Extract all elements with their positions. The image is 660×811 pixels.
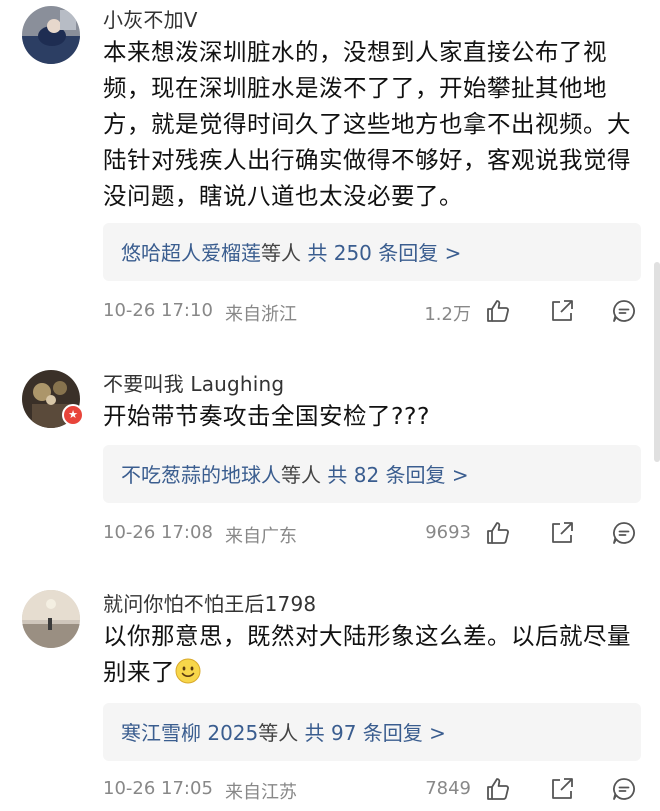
- comment-icon[interactable]: [611, 776, 637, 802]
- username[interactable]: 就问你怕不怕王后1798: [103, 588, 316, 617]
- thumbs-up-icon[interactable]: [485, 776, 511, 802]
- timestamp: 10-26 17:10: [103, 300, 213, 321]
- share-icon[interactable]: [549, 776, 575, 802]
- comment-text: 本来想泼深圳脏水的，没想到人家直接公布了视 频，现在深圳脏水是泼不了了，开始攀扯…: [103, 34, 639, 214]
- location: 来自广东: [225, 526, 297, 547]
- avatar[interactable]: [22, 590, 80, 648]
- comment-line: 频，现在深圳脏水是泼不了了，开始攀扯其他地: [103, 74, 607, 102]
- comment-meta: 10-26 17:08 来自广东 9693: [103, 520, 643, 550]
- reply-count-link[interactable]: 共 250 条回复 >: [307, 241, 461, 265]
- comment-line: 方，就是觉得时间久了这些地方也拿不出视频。大: [103, 110, 631, 138]
- smile-emoji-icon: [175, 658, 201, 684]
- location: 来自浙江: [225, 304, 297, 325]
- like-count: 1.2万: [424, 304, 471, 325]
- comment-icon[interactable]: [611, 298, 637, 324]
- timestamp: 10-26 17:08: [103, 522, 213, 543]
- reply-count-link[interactable]: 共 97 条回复 >: [305, 721, 446, 745]
- share-icon[interactable]: [549, 520, 575, 546]
- like-count: 9693: [425, 522, 471, 543]
- timestamp: 10-26 17:05: [103, 778, 213, 799]
- share-icon[interactable]: [549, 298, 575, 324]
- thumbs-up-icon[interactable]: [485, 298, 511, 324]
- location: 来自江苏: [225, 782, 297, 803]
- reply-mid: 等人: [281, 463, 321, 487]
- scrollbar[interactable]: [654, 262, 660, 462]
- reply-users[interactable]: 不吃葱蒜的地球人: [121, 463, 281, 487]
- comment-icon[interactable]: [611, 520, 637, 546]
- thumbs-up-icon[interactable]: [485, 520, 511, 546]
- comment-text: 开始带节奏攻击全国安检了???: [103, 398, 639, 434]
- comment-line: 开始带节奏攻击全国安检了???: [103, 402, 430, 430]
- reply-users[interactable]: 寒江雪柳 2025: [121, 721, 258, 745]
- comment-line: 没问题，瞎说八道也太没必要了。: [103, 182, 463, 210]
- star-badge-icon: ★: [62, 404, 84, 426]
- comment-meta: 10-26 17:05 来自江苏 7849: [103, 776, 643, 806]
- username[interactable]: 不要叫我 Laughing: [103, 368, 284, 397]
- comment-item: 就问你怕不怕王后1798 以你那意思，既然对大陆形象这么差。以后就尽量 别来了 …: [0, 570, 660, 811]
- comment-item: 小灰不加V 本来想泼深圳脏水的，没想到人家直接公布了视 频，现在深圳脏水是泼不了…: [0, 0, 660, 340]
- comment-line: 以你那意思，既然对大陆形象这么差。以后就尽量: [103, 622, 631, 650]
- reply-count-link[interactable]: 共 82 条回复 >: [327, 463, 468, 487]
- replies-summary[interactable]: 悠哈超人爱榴莲等人 共 250 条回复 >: [103, 223, 641, 281]
- comment-line: 陆针对残疾人出行确实做得不够好，客观说我觉得: [103, 146, 631, 174]
- comment-item: ★ 不要叫我 Laughing 开始带节奏攻击全国安检了??? 不吃葱蒜的地球人…: [0, 340, 660, 570]
- reply-mid: 等人: [261, 241, 301, 265]
- comment-meta: 10-26 17:10 来自浙江 1.2万: [103, 298, 643, 328]
- comment-line: 别来了: [103, 658, 175, 686]
- replies-summary[interactable]: 不吃葱蒜的地球人等人 共 82 条回复 >: [103, 445, 641, 503]
- comment-line: 本来想泼深圳脏水的，没想到人家直接公布了视: [103, 38, 607, 66]
- reply-mid: 等人: [258, 721, 299, 745]
- reply-users[interactable]: 悠哈超人爱榴莲: [121, 241, 261, 265]
- like-count: 7849: [425, 778, 471, 799]
- username[interactable]: 小灰不加V: [103, 4, 198, 33]
- comment-text: 以你那意思，既然对大陆形象这么差。以后就尽量 别来了: [103, 618, 639, 690]
- replies-summary[interactable]: 寒江雪柳 2025等人 共 97 条回复 >: [103, 703, 641, 761]
- avatar[interactable]: [22, 6, 80, 64]
